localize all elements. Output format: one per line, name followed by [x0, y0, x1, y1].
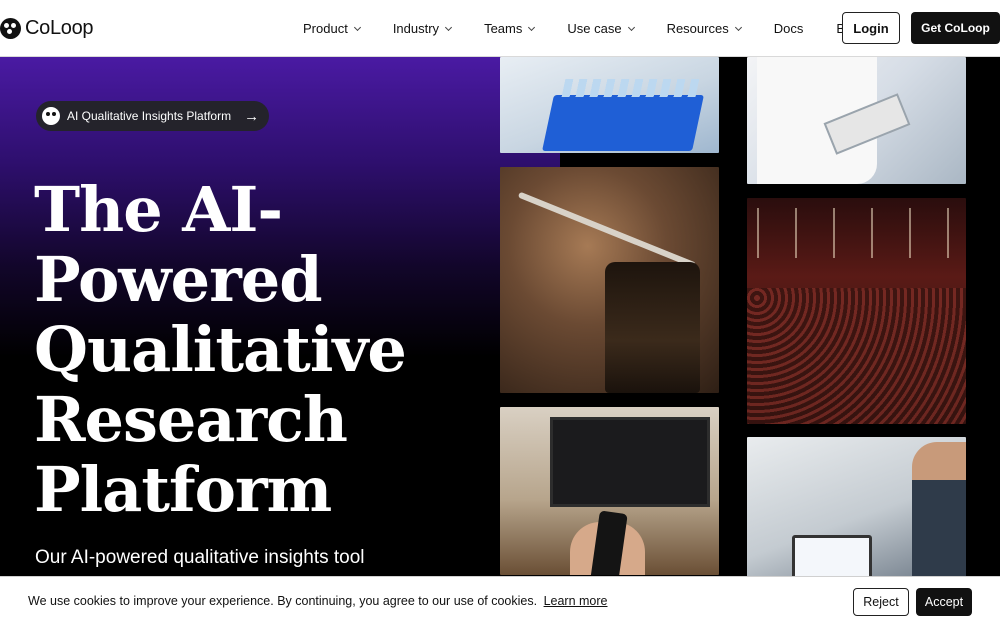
learn-more-link[interactable]: Learn more	[544, 594, 608, 608]
stage-lights	[757, 208, 957, 258]
accept-cookies-button[interactable]: Accept	[916, 588, 972, 616]
coloop-logo-icon	[0, 18, 21, 39]
nav-item-product[interactable]: Product	[303, 21, 361, 36]
nav-item-docs[interactable]: Docs	[774, 21, 804, 36]
laptop	[792, 535, 872, 577]
image-office-laptop	[747, 437, 966, 577]
nav-item-use-case[interactable]: Use case	[567, 21, 635, 36]
badge-label: AI Qualitative Insights Platform	[67, 109, 232, 123]
chevron-down-icon	[445, 23, 453, 31]
office-person	[912, 442, 966, 577]
image-theater-audience	[747, 198, 966, 424]
nav-item-resources[interactable]: Resources	[666, 21, 742, 36]
top-nav: CoLoop Product Industry Teams Use case R…	[0, 0, 1000, 57]
nav-item-label: Product	[303, 21, 348, 36]
cookie-message-text: We use cookies to improve your experienc…	[28, 594, 538, 608]
test-tube-rack	[542, 95, 704, 151]
nav-item-label: Industry	[392, 21, 440, 36]
hero-title-line: Platform	[34, 453, 332, 526]
coffee-cup	[605, 262, 700, 393]
image-doctors-clipboard	[747, 57, 966, 184]
television	[550, 417, 710, 507]
nav-item-label: Use case	[567, 21, 622, 36]
brand-logo[interactable]: CoLoop	[0, 17, 94, 40]
hero-title-line: Research	[34, 383, 348, 456]
arrow-right-icon: →	[244, 107, 260, 125]
nav-item-label: Docs	[773, 21, 804, 36]
nav-item-industry[interactable]: Industry	[392, 21, 453, 36]
nav-item-label: Teams	[484, 21, 523, 36]
hero-subtitle: Our AI-powered qualitative insights tool	[35, 547, 365, 568]
get-coloop-button[interactable]: Get CoLoop	[911, 12, 1000, 44]
nav-item-label: Resources	[666, 21, 729, 36]
image-coffee-tasting	[500, 167, 719, 393]
reject-cookies-button[interactable]: Reject	[853, 588, 909, 616]
tasting-spoon	[517, 191, 697, 269]
chevron-down-icon	[528, 23, 536, 31]
nav-item-teams[interactable]: Teams	[484, 21, 536, 36]
chevron-down-icon	[734, 23, 742, 31]
image-tv-remote	[500, 407, 719, 575]
cookie-banner: We use cookies to improve your experienc…	[0, 576, 1000, 625]
nav-menu: Product Industry Teams Use case Resource…	[303, 0, 895, 57]
hero-title-line: Qualitative	[34, 313, 407, 386]
cookie-message: We use cookies to improve your experienc…	[28, 594, 608, 608]
brand-name: CoLoop	[25, 17, 94, 39]
audience-crowd	[747, 288, 966, 424]
hero-title: The AI- Powered Qualitative Research Pla…	[34, 175, 454, 525]
coloop-badge-icon	[42, 107, 60, 125]
hero-section: AI Qualitative Insights Platform → The A…	[0, 57, 1000, 625]
hero-title-line: The AI-	[34, 173, 283, 246]
chevron-down-icon	[627, 23, 635, 31]
image-lab-test-tubes	[500, 57, 719, 153]
platform-badge[interactable]: AI Qualitative Insights Platform →	[36, 101, 270, 131]
chevron-down-icon	[353, 23, 361, 31]
login-button[interactable]: Login	[842, 12, 900, 44]
hero-title-line: Powered	[34, 243, 323, 316]
